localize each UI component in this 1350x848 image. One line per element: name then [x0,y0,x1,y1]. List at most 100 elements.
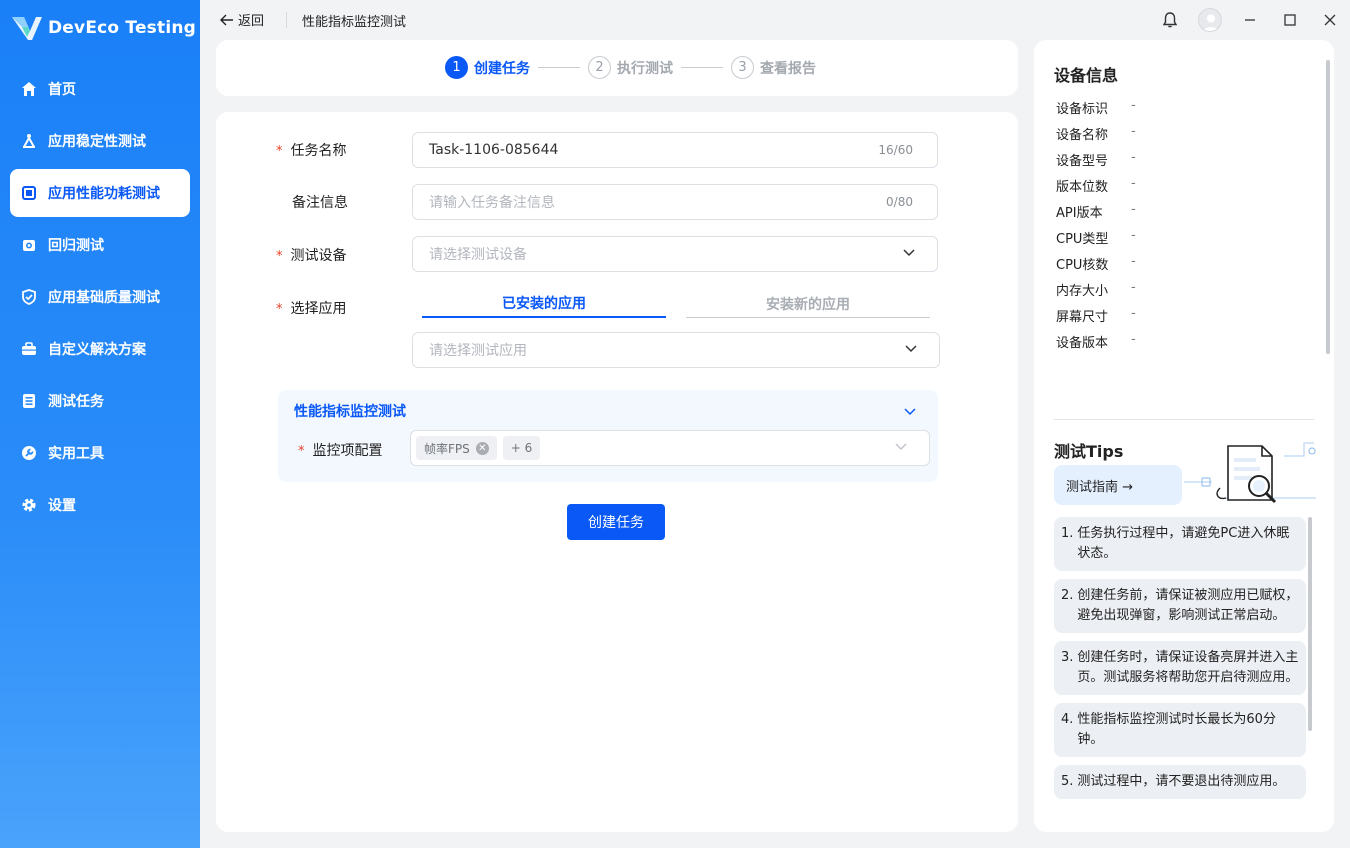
tip-text: 任务执行过程中，请避免PC进入休眠状态。 [1077,526,1290,561]
app-select[interactable]: 请选择测试应用 [412,332,940,368]
tip-card: 3. 创建任务时，请保证设备亮屏并进入主页。测试服务将帮助您开启待测应用。 [1054,641,1306,695]
info-value: - [1131,202,1136,217]
app-label: * 选择应用 [276,298,347,318]
close-button[interactable] [1310,0,1350,40]
step-connector [681,67,723,68]
tips-illustration-icon [1184,438,1316,512]
sidebar-item-label: 首页 [48,82,76,98]
info-key: 设备标识 [1056,102,1109,117]
tip-text: 创建任务时，请保证设备亮屏并进入主页。测试服务将帮助您开启待测应用。 [1077,650,1299,685]
info-key: API版本 [1056,206,1103,221]
device-info-row: API版本 - [1056,202,1136,221]
info-value: - [1131,306,1136,321]
tips-list: 1. 任务执行过程中，请避免PC进入休眠状态。 2. 创建任务前，请保证被测应用已赋权… [1054,517,1306,806]
sidebar-item-quality[interactable]: 应用基础质量测试 [10,273,190,321]
tip-text: 测试过程中，请不要退出待测应用。 [1077,774,1286,789]
step-indicator: 1 创建任务 2 执行测试 3 查看报告 [445,56,816,79]
remark-input[interactable]: 请输入任务备注信息 0/80 [412,184,938,220]
tab-installed-apps[interactable]: 已安装的应用 [422,290,666,318]
notification-button[interactable] [1150,0,1190,40]
task-name-input[interactable]: Task-1106-085644 16/60 [412,132,938,168]
minimize-button[interactable] [1230,0,1270,40]
create-task-button[interactable]: 创建任务 [567,504,665,540]
tips-title: 测试Tips [1054,442,1124,461]
remove-chip-icon[interactable]: ✕ [475,441,489,455]
device-info-title: 设备信息 [1054,66,1119,85]
required-mark: * [276,302,283,317]
info-side-panel: 设备信息 设备标识 - 设备名称 - 设备型号 - 版本位数 - API版本 - CPU类型 - CPU… [1034,40,1334,832]
info-key: 内存大小 [1056,284,1109,299]
topbar-divider [286,12,287,28]
sidebar-item-label: 设置 [48,498,76,514]
required-mark: * [276,144,283,159]
step-execute-test: 2 执行测试 [588,56,673,79]
sidebar-item-stability[interactable]: 应用稳定性测试 [10,117,190,165]
close-icon [1324,14,1336,26]
app-name: DevEco Testing [48,18,197,38]
bell-icon [1162,12,1178,28]
required-mark: * [298,444,305,459]
info-value: - [1131,280,1136,295]
task-name-label: * 任务名称 [276,140,347,160]
info-value: - [1131,332,1136,347]
device-select[interactable]: 请选择测试设备 [412,236,938,272]
tip-card: 4. 性能指标监控测试时长最长为60分钟。 [1054,703,1306,757]
info-value: - [1131,124,1136,139]
tip-text: 性能指标监控测试时长最长为60分钟。 [1077,712,1276,747]
collapse-toggle[interactable] [904,404,916,420]
back-button[interactable]: 返回 [220,10,264,29]
chevron-down-icon [905,345,917,353]
settings-icon [20,496,38,514]
device-info-row: 设备版本 - [1056,332,1136,351]
sidebar-item-performance[interactable]: 应用性能功耗测试 [10,169,190,217]
user-avatar-button[interactable] [1190,0,1230,40]
sidebar-item-custom-solution[interactable]: 自定义解决方案 [10,325,190,373]
sidebar-item-label: 应用基础质量测试 [48,290,160,306]
label-text: 任务名称 [290,143,347,159]
sidebar-item-label: 应用稳定性测试 [48,134,146,150]
sidebar-item-test-tasks[interactable]: 测试任务 [10,377,190,425]
step-label: 查看报告 [760,60,816,77]
sidebar-nav: 首页 应用稳定性测试 应用性能功耗测试 回归测试 应用基础质量测试 自定义解决方… [10,65,190,533]
monitor-config-label: * 监控项配置 [298,440,383,460]
sidebar-item-label: 自定义解决方案 [48,342,146,358]
sidebar-item-label: 回归测试 [48,238,104,254]
sidebar-item-home[interactable]: 首页 [10,65,190,113]
char-counter: 0/80 [886,195,913,209]
tip-number: 2. [1061,588,1074,603]
panel-scrollbar[interactable] [1326,60,1330,354]
step-view-report: 3 查看报告 [731,56,816,79]
quality-check-icon [20,288,38,306]
test-guide-button[interactable]: 测试指南 → [1054,465,1182,505]
tab-install-new-app[interactable]: 安装新的应用 [686,290,930,318]
maximize-button[interactable] [1270,0,1310,40]
more-count-chip: + 6 [502,436,541,460]
regression-icon [20,236,38,254]
arrow-left-icon [220,14,233,25]
monitor-items-select[interactable]: 帧率FPS ✕ + 6 [410,430,930,466]
sidebar-item-settings[interactable]: 设置 [10,481,190,529]
info-key: 版本位数 [1056,180,1109,195]
app-placeholder: 请选择测试应用 [429,343,527,359]
chevron-down-icon [904,408,916,416]
toolbox-icon [20,340,38,358]
tips-scrollbar[interactable] [1308,517,1312,731]
tip-text: 创建任务前，请保证被测应用已赋权，避免出现弹窗，影响测试正常启动。 [1077,588,1299,623]
device-info-row: 设备名称 - [1056,124,1136,143]
step-number: 1 [445,56,468,79]
step-connector [538,67,580,68]
back-label: 返回 [238,14,265,29]
tip-number: 3. [1061,650,1074,665]
tip-number: 1. [1061,526,1074,541]
sidebar-item-regression[interactable]: 回归测试 [10,221,190,269]
chevron-down-icon [903,249,915,257]
perf-monitor-panel: 性能指标监控测试 * 监控项配置 帧率FPS ✕ + 6 [278,390,938,482]
info-key: 设备名称 [1056,128,1109,143]
info-key: 屏幕尺寸 [1056,310,1109,325]
info-key: CPU类型 [1056,232,1109,247]
required-mark: * [276,249,283,264]
sidebar-item-tools[interactable]: 实用工具 [10,429,190,477]
tip-number: 4. [1061,712,1074,727]
steps-card: 1 创建任务 2 执行测试 3 查看报告 [216,40,1018,96]
info-key: 设备版本 [1056,336,1109,351]
